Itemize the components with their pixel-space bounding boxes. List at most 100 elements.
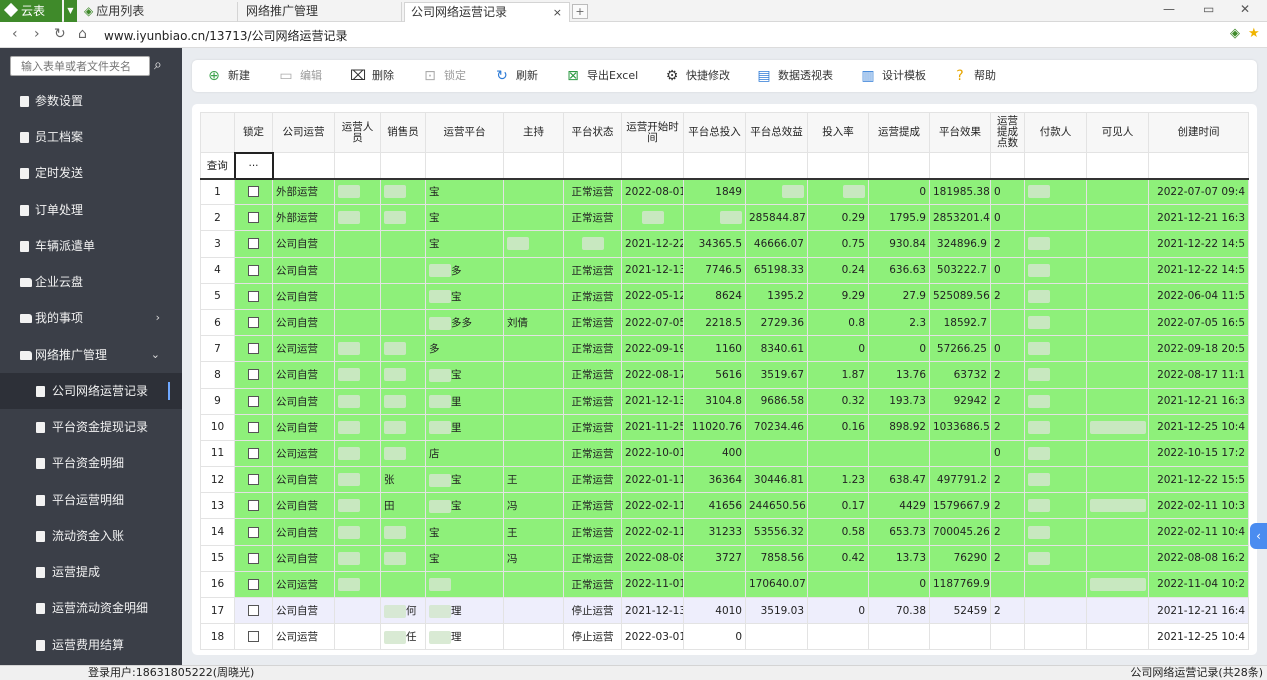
cell-company[interactable]: 外部运营 [272,204,335,232]
filter-cell[interactable] [745,152,808,180]
toolbar-button[interactable]: ▥ 设计模板 [860,60,926,92]
cell-status[interactable]: 正常运营 [563,466,622,494]
column-header[interactable]: 投入率 [807,112,869,153]
column-header[interactable]: 付款人 [1024,112,1087,153]
cell-op[interactable] [334,256,381,284]
filter-cell[interactable] [380,152,426,180]
cell-visible[interactable] [1086,570,1149,599]
toolbar-button[interactable]: ▭ 编辑 [278,60,322,92]
column-header[interactable]: 运营提成 [868,112,930,153]
cell-sales[interactable] [380,204,426,232]
cell-effect[interactable]: 1187769.94 [929,570,991,599]
cell-sales[interactable] [380,570,426,599]
cell-rate[interactable]: 0.16 [807,413,869,441]
refresh-page-icon[interactable]: ↻ [54,26,66,42]
cell-visible[interactable] [1086,518,1149,546]
app-dropdown-icon[interactable]: ▼ [64,0,77,22]
cell-created[interactable]: 2021-12-22 14:5 [1148,230,1249,258]
cell-invest[interactable]: 1160 [683,335,746,363]
cell-status[interactable]: 正常运营 [563,177,622,206]
cell-commission[interactable]: 1795.9 [868,204,930,232]
tab-app-list[interactable]: ◈ 应用列表 [78,2,238,22]
cell-platform[interactable]: 宝 [425,204,504,232]
cell-start[interactable]: 2022-02-11 [621,518,684,546]
cell-payer[interactable] [1024,335,1087,363]
filter-cell[interactable] [272,152,335,180]
cell-created[interactable]: 2022-07-07 09:4 [1148,177,1249,206]
column-header[interactable]: 运营平台 [425,112,504,153]
cell-points[interactable]: 2 [990,387,1025,415]
cell-benefit[interactable]: 9686.58 [745,387,808,415]
filter-button[interactable]: ··· [233,151,274,180]
cell-platform[interactable]: 宝 [425,230,504,258]
cell-start[interactable]: 2021-12-13 [621,596,684,625]
cell-start[interactable]: 2022-03-01 [621,623,684,651]
cell-start[interactable]: 2022-05-12 [621,282,684,310]
cell-company[interactable]: 公司自营 [272,361,335,389]
table-row[interactable]: 18 公司运营 任 理 停止运营 2022-03-01 0 2021-12-25 10:4 [200,623,1249,651]
lock-checkbox[interactable] [248,186,259,198]
cell-start[interactable]: 2021-12-22 [621,230,684,258]
cell-payer[interactable] [1024,204,1087,232]
cell-payer[interactable] [1024,282,1087,310]
cell-created[interactable]: 2022-07-05 16:5 [1148,308,1249,337]
cell-created[interactable]: 2021-12-22 14:5 [1148,256,1249,284]
filter-cell[interactable] [1086,152,1149,180]
cell-invest[interactable]: 31233 [683,518,746,546]
cell-company[interactable]: 外部运营 [272,177,335,206]
cell-commission[interactable]: 13.73 [868,544,930,572]
filter-cell[interactable] [621,152,684,180]
cell-platform[interactable]: 宝 [425,177,504,206]
lock-checkbox[interactable] [248,500,259,512]
column-header[interactable]: 平台状态 [563,112,622,153]
cell-sales[interactable]: 张 [380,466,426,494]
column-header[interactable]: 创建时间 [1148,112,1249,153]
cell-commission[interactable] [868,623,930,651]
cell-visible[interactable] [1086,230,1149,258]
cell-op[interactable] [334,439,381,468]
cell-points[interactable]: 0 [990,256,1025,284]
cell-platform[interactable]: 宝 [425,466,504,494]
cell-host[interactable] [503,204,564,232]
cell-created[interactable]: 2021-12-25 10:4 [1148,623,1249,651]
cell-visible[interactable] [1086,177,1149,206]
table-row[interactable]: 16 公司运营 正常运营 2022-11-01 170640.07 0 1187769.94… [200,570,1249,599]
cell-status[interactable]: 正常运营 [563,308,622,337]
cell-visible[interactable] [1086,596,1149,625]
filter-cell[interactable] [334,152,381,180]
cell-commission[interactable]: 0 [868,570,930,599]
lock-checkbox[interactable] [248,369,259,381]
cell-created[interactable]: 2021-12-21 16:3 [1148,387,1249,415]
cell-status[interactable]: 正常运营 [563,518,622,546]
filter-cell[interactable] [563,152,622,180]
cell-payer[interactable] [1024,466,1087,494]
cell-host[interactable] [503,282,564,310]
cell-status[interactable]: 停止运营 [563,596,622,625]
cell-sales[interactable] [380,387,426,415]
cell-effect[interactable]: 1579667.95 [929,492,991,520]
cell-status[interactable]: 正常运营 [563,361,622,389]
cell-status[interactable] [563,230,622,258]
add-tab-button[interactable]: + [572,4,588,19]
cell-commission[interactable]: 193.73 [868,387,930,415]
cell-points[interactable] [990,308,1025,337]
cell-invest[interactable]: 36364 [683,466,746,494]
cell-invest[interactable]: 1849 [683,177,746,206]
cell-effect[interactable]: 525089.56 [929,282,991,310]
column-header[interactable]: 平台总效益 [745,112,808,153]
cell-rate[interactable]: 1.23 [807,466,869,494]
cell-commission[interactable]: 13.76 [868,361,930,389]
cell-host[interactable] [503,570,564,599]
cell-host[interactable]: 刘倩 [503,308,564,337]
cell-company[interactable]: 公司运营 [272,439,335,468]
cell-points[interactable]: 0 [990,439,1025,468]
sidebar-item[interactable]: 运营费用结算 [0,627,182,663]
cell-host[interactable]: 王 [503,466,564,494]
cell-company[interactable]: 公司自营 [272,596,335,625]
cell-op[interactable] [334,282,381,310]
table-row[interactable]: 9 公司自营 里 正常运营 2021-12-13 3104.8 9686.58 0.32 193… [200,387,1249,415]
cell-op[interactable] [334,544,381,572]
cell-invest[interactable]: 8624 [683,282,746,310]
cell-start[interactable]: 2022-07-05 [621,308,684,337]
cell-points[interactable]: 2 [990,596,1025,625]
